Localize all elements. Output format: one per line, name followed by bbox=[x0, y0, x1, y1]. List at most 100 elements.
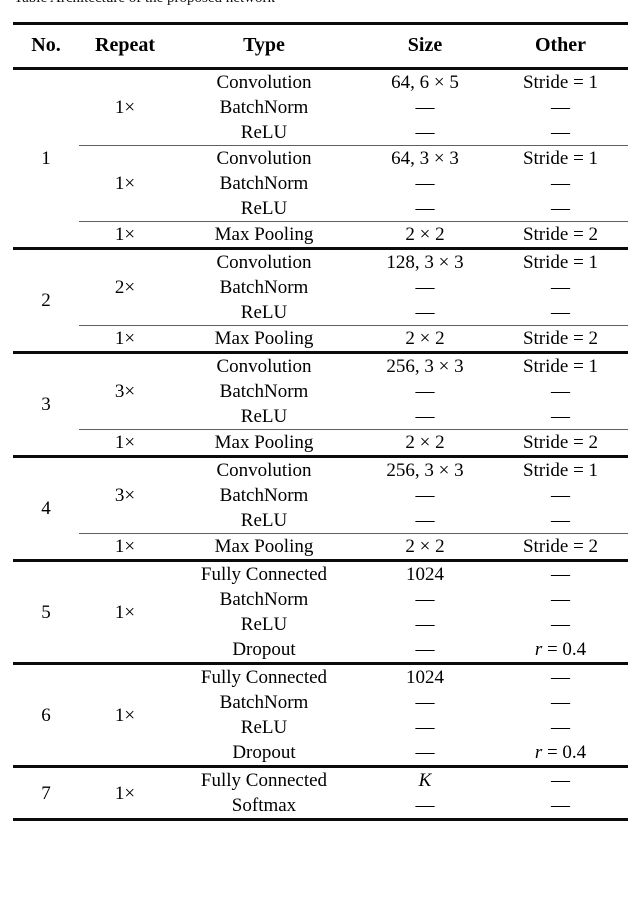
table-header: No. Repeat Type Size Other bbox=[13, 22, 628, 71]
repeat-count: 1× bbox=[114, 173, 136, 194]
table-page: Table Architecture of the proposed netwo… bbox=[0, 0, 640, 920]
table-row: 1× Max Pooling 2 × 2 Stride = 2 bbox=[13, 430, 628, 457]
table-row: 3 3× Convolution BatchNorm ReLU 256, 3 × 3— — S… bbox=[13, 354, 628, 430]
layer-type: Max Pooling bbox=[214, 536, 314, 557]
layer-size-cell: 1024 — — — bbox=[357, 665, 493, 767]
layer-type-cell: Max Pooling bbox=[171, 534, 357, 561]
layer-size-cell: K — bbox=[357, 768, 493, 820]
layer-type: Convolution bbox=[216, 460, 312, 481]
table-row: 1× Convolution BatchNorm ReLU 64, 3 × 3— — Str… bbox=[13, 146, 628, 222]
layer-size: 1024 bbox=[406, 564, 444, 585]
layer-size-cell: 2 × 2 bbox=[357, 534, 493, 561]
layer-other-cell: Stride = 2 bbox=[493, 534, 628, 561]
repeat-count: 1× bbox=[114, 601, 136, 623]
layer-type: Fully Connected bbox=[200, 667, 328, 688]
column-header-size: Size bbox=[407, 34, 443, 56]
layer-type: Convolution bbox=[216, 72, 312, 93]
layer-other-cell: Stride = 2 bbox=[493, 326, 628, 353]
layer-type: BatchNorm bbox=[219, 692, 309, 713]
layer-size: — bbox=[415, 173, 435, 194]
layer-type-cell: Convolution BatchNorm ReLU bbox=[171, 70, 357, 146]
layer-other-cell: Stride = 1 — — bbox=[493, 250, 628, 326]
group-number: 4 bbox=[41, 498, 51, 519]
layer-other: Stride = 2 bbox=[522, 224, 599, 245]
layer-type-cell: Fully Connected BatchNorm ReLU Dropout bbox=[171, 562, 357, 664]
layer-other: — bbox=[551, 198, 570, 219]
repeat-count: 1× bbox=[114, 224, 136, 245]
layer-size-cell: 2 × 2 bbox=[357, 326, 493, 353]
layer-other: — bbox=[551, 564, 570, 585]
layer-size-cell: 2 × 2 bbox=[357, 222, 493, 249]
repeat-count: 1× bbox=[114, 432, 136, 453]
layer-other-cell: — — — r = 0.4 bbox=[493, 562, 628, 664]
repeat-count: 1× bbox=[114, 536, 136, 557]
layer-other: — bbox=[551, 795, 570, 816]
layer-type: ReLU bbox=[240, 510, 288, 531]
layer-type: Fully Connected bbox=[200, 564, 328, 585]
layer-other: — bbox=[551, 692, 570, 713]
layer-other: — bbox=[551, 589, 570, 610]
layer-other-cell: Stride = 2 bbox=[493, 222, 628, 249]
layer-size: — bbox=[415, 589, 435, 610]
layer-other: Stride = 1 bbox=[522, 148, 599, 169]
layer-other: — bbox=[551, 97, 570, 118]
layer-type: ReLU bbox=[240, 717, 288, 738]
table-body: 1 1× Convolution BatchNorm ReLU 64, 6 × 5— — St… bbox=[13, 70, 628, 822]
layer-other: — bbox=[551, 717, 570, 738]
column-header-repeat: Repeat bbox=[95, 34, 155, 56]
table-row: 1 1× Convolution BatchNorm ReLU 64, 6 × 5— — St… bbox=[13, 70, 628, 169]
layer-size: — bbox=[415, 406, 435, 427]
layer-size: — bbox=[415, 742, 435, 763]
layer-type-cell: Max Pooling bbox=[171, 222, 357, 249]
layer-other-cell: — — — r = 0.4 bbox=[493, 665, 628, 767]
layer-type: BatchNorm bbox=[219, 589, 309, 610]
layer-type: BatchNorm bbox=[219, 173, 309, 194]
group-number: 2 bbox=[41, 290, 51, 311]
layer-other: — bbox=[551, 667, 570, 688]
layer-size-cell: 256, 3 × 3 — — bbox=[357, 354, 493, 430]
layer-type: BatchNorm bbox=[219, 97, 309, 118]
layer-other-cell: Stride = 1 — — bbox=[493, 70, 628, 146]
layer-other: — bbox=[551, 122, 570, 143]
layer-size: K bbox=[418, 770, 432, 791]
layer-other-cell: — — bbox=[493, 768, 628, 820]
layer-size: 2 × 2 bbox=[405, 328, 445, 349]
architecture-table: No. Repeat Type Size Other 1 1× Convolutio… bbox=[13, 22, 628, 822]
group-number: 7 bbox=[41, 782, 51, 804]
table-row: 6 1× Fully Connected BatchNorm ReLU Dropout 10… bbox=[13, 665, 628, 767]
layer-type-cell: Max Pooling bbox=[171, 326, 357, 353]
layer-type: BatchNorm bbox=[219, 277, 309, 298]
layer-other-cell: Stride = 2 bbox=[493, 430, 628, 457]
cropped-caption: Table Architecture of the proposed netwo… bbox=[14, 0, 314, 7]
table-row: 1× Max Pooling 2 × 2 Stride = 2 bbox=[13, 326, 628, 353]
layer-type: Max Pooling bbox=[214, 432, 314, 453]
layer-other: — bbox=[551, 302, 570, 323]
layer-type: Max Pooling bbox=[214, 328, 314, 349]
layer-other: — bbox=[551, 510, 570, 531]
table-row: 7 1× Fully Connected Softmax K — — — bbox=[13, 768, 628, 820]
layer-type: ReLU bbox=[240, 302, 288, 323]
group-number: 5 bbox=[41, 601, 51, 623]
layer-other: — bbox=[551, 173, 570, 194]
layer-size: — bbox=[415, 692, 435, 713]
repeat-count: 3× bbox=[114, 381, 136, 402]
group-number: 3 bbox=[41, 394, 51, 415]
layer-type: ReLU bbox=[240, 614, 288, 635]
layer-size: 64, 6 × 5 bbox=[391, 72, 459, 93]
layer-type: BatchNorm bbox=[219, 381, 309, 402]
layer-size: 2 × 2 bbox=[405, 432, 445, 453]
layer-type: ReLU bbox=[240, 198, 288, 219]
layer-size: — bbox=[415, 485, 435, 506]
layer-type-cell: Convolution BatchNorm ReLU bbox=[171, 458, 357, 534]
layer-size-cell: 1024 — — — bbox=[357, 562, 493, 664]
layer-other: — bbox=[551, 614, 570, 635]
layer-type-cell: Max Pooling bbox=[171, 430, 357, 457]
layer-size: 2 × 2 bbox=[405, 224, 445, 245]
layer-type: Softmax bbox=[231, 795, 297, 816]
layer-size: — bbox=[415, 302, 435, 323]
layer-type: BatchNorm bbox=[219, 485, 309, 506]
table-row: 1× Max Pooling 2 × 2 Stride = 2 bbox=[13, 534, 628, 561]
repeat-count: 1× bbox=[114, 97, 136, 118]
layer-size: — bbox=[415, 277, 435, 298]
layer-other: Stride = 2 bbox=[522, 328, 599, 349]
